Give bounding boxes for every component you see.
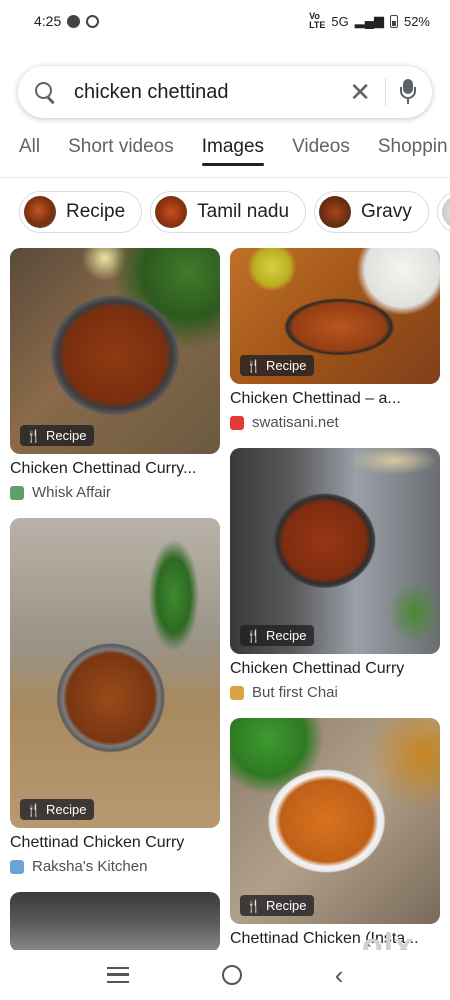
result-title[interactable]: Chettinad Chicken Curry (10, 834, 220, 852)
result-image[interactable]: 🍴 Recipe (230, 448, 440, 654)
utensils-icon: 🍴 (246, 358, 261, 373)
site-favicon (230, 415, 244, 430)
tab-videos[interactable]: Videos (292, 134, 350, 177)
tab-images[interactable]: Images (201, 134, 265, 177)
result-title[interactable]: Chicken Chettinad Curry... (10, 460, 220, 478)
result-image[interactable] (10, 892, 220, 952)
site-favicon (10, 859, 24, 874)
recipe-badge: 🍴 Recipe (240, 355, 315, 376)
recipe-badge: 🍴 Recipe (20, 425, 95, 446)
back-icon[interactable]: ‹ (335, 962, 344, 988)
utensils-icon: 🍴 (26, 802, 41, 817)
chip-gravy[interactable]: Gravy (314, 191, 429, 233)
chip-tamil-nadu[interactable]: Tamil nadu (150, 191, 307, 233)
mic-icon[interactable] (400, 79, 416, 105)
result-card[interactable]: 🍴 Recipe Chicken Chettinad – a... swatisa… (230, 248, 440, 431)
result-title[interactable]: Chicken Chettinad – a... (230, 390, 440, 408)
chip-thumbnail (441, 196, 450, 228)
whatsapp-icon (67, 14, 81, 28)
system-nav-bar: ‹ (0, 950, 450, 1000)
recent-apps-icon[interactable] (106, 967, 129, 983)
search-icon (34, 81, 56, 103)
result-source[interactable]: But first Chai (230, 684, 440, 701)
home-icon[interactable] (221, 965, 242, 985)
battery-level: 52% (403, 13, 430, 29)
result-source[interactable]: Raksha's Kitchen (10, 858, 220, 875)
clock: 4:25 (34, 13, 62, 29)
recipe-badge: 🍴 Recipe (20, 799, 95, 820)
recipe-badge: 🍴 Recipe (240, 895, 315, 916)
utensils-icon: 🍴 (26, 428, 41, 443)
chip-thumbnail (319, 196, 352, 228)
site-favicon (230, 685, 244, 700)
result-image[interactable]: 🍴 Recipe (230, 718, 440, 924)
result-image[interactable]: 🍴 Recipe (10, 248, 220, 454)
result-image[interactable]: 🍴 Recipe (230, 248, 440, 384)
search-tabs: All Short videos Images Videos Shoppin (0, 134, 450, 178)
chip-label: Tamil nadu (197, 201, 290, 222)
filter-chips: Recipe Tamil nadu Gravy (0, 191, 450, 235)
chip-label: Gravy (361, 201, 412, 222)
chip-thumbnail (155, 196, 188, 228)
network-type: 5G (331, 13, 349, 29)
result-source[interactable]: swatisani.net (230, 414, 440, 431)
search-input[interactable] (74, 80, 344, 104)
result-card[interactable] (10, 892, 220, 952)
result-title[interactable]: Chicken Chettinad Curry (230, 660, 440, 678)
divider (385, 78, 386, 106)
sync-icon (86, 14, 100, 28)
site-favicon (10, 485, 24, 500)
utensils-icon: 🍴 (246, 898, 261, 913)
status-bar: 4:25 Vo LTE 5G ▂▄▆ 52% (0, 0, 450, 42)
tab-short-videos[interactable]: Short videos (68, 134, 174, 177)
tab-shopping[interactable]: Shoppin (378, 134, 448, 177)
tab-all[interactable]: All (19, 134, 40, 177)
battery-icon (389, 14, 398, 28)
close-icon[interactable]: ✕ (349, 79, 371, 105)
result-card[interactable]: 🍴 Recipe Chettinad Chicken Curry Raksha's… (10, 518, 220, 875)
recipe-badge: 🍴 Recipe (240, 625, 315, 646)
utensils-icon: 🍴 (246, 628, 261, 643)
result-card[interactable]: 🍴 Recipe Chicken Chettinad Curry... Whisk… (10, 248, 220, 501)
search-bar[interactable]: ✕ (18, 66, 432, 118)
chip-more[interactable] (436, 191, 450, 233)
volte-icon: Vo LTE (309, 11, 326, 30)
chip-thumbnail (24, 196, 56, 228)
result-image[interactable]: 🍴 Recipe (10, 518, 220, 828)
result-card[interactable]: 🍴 Recipe Chicken Chettinad Curry But firs… (230, 448, 440, 701)
signal-icon: ▂▄▆ (354, 13, 384, 28)
result-card[interactable]: 🍴 Recipe Chettinad Chicken (Insta... (230, 718, 440, 948)
chip-recipe[interactable]: Recipe (19, 191, 143, 233)
chip-label: Recipe (66, 201, 126, 222)
result-source[interactable]: Whisk Affair (10, 484, 220, 501)
